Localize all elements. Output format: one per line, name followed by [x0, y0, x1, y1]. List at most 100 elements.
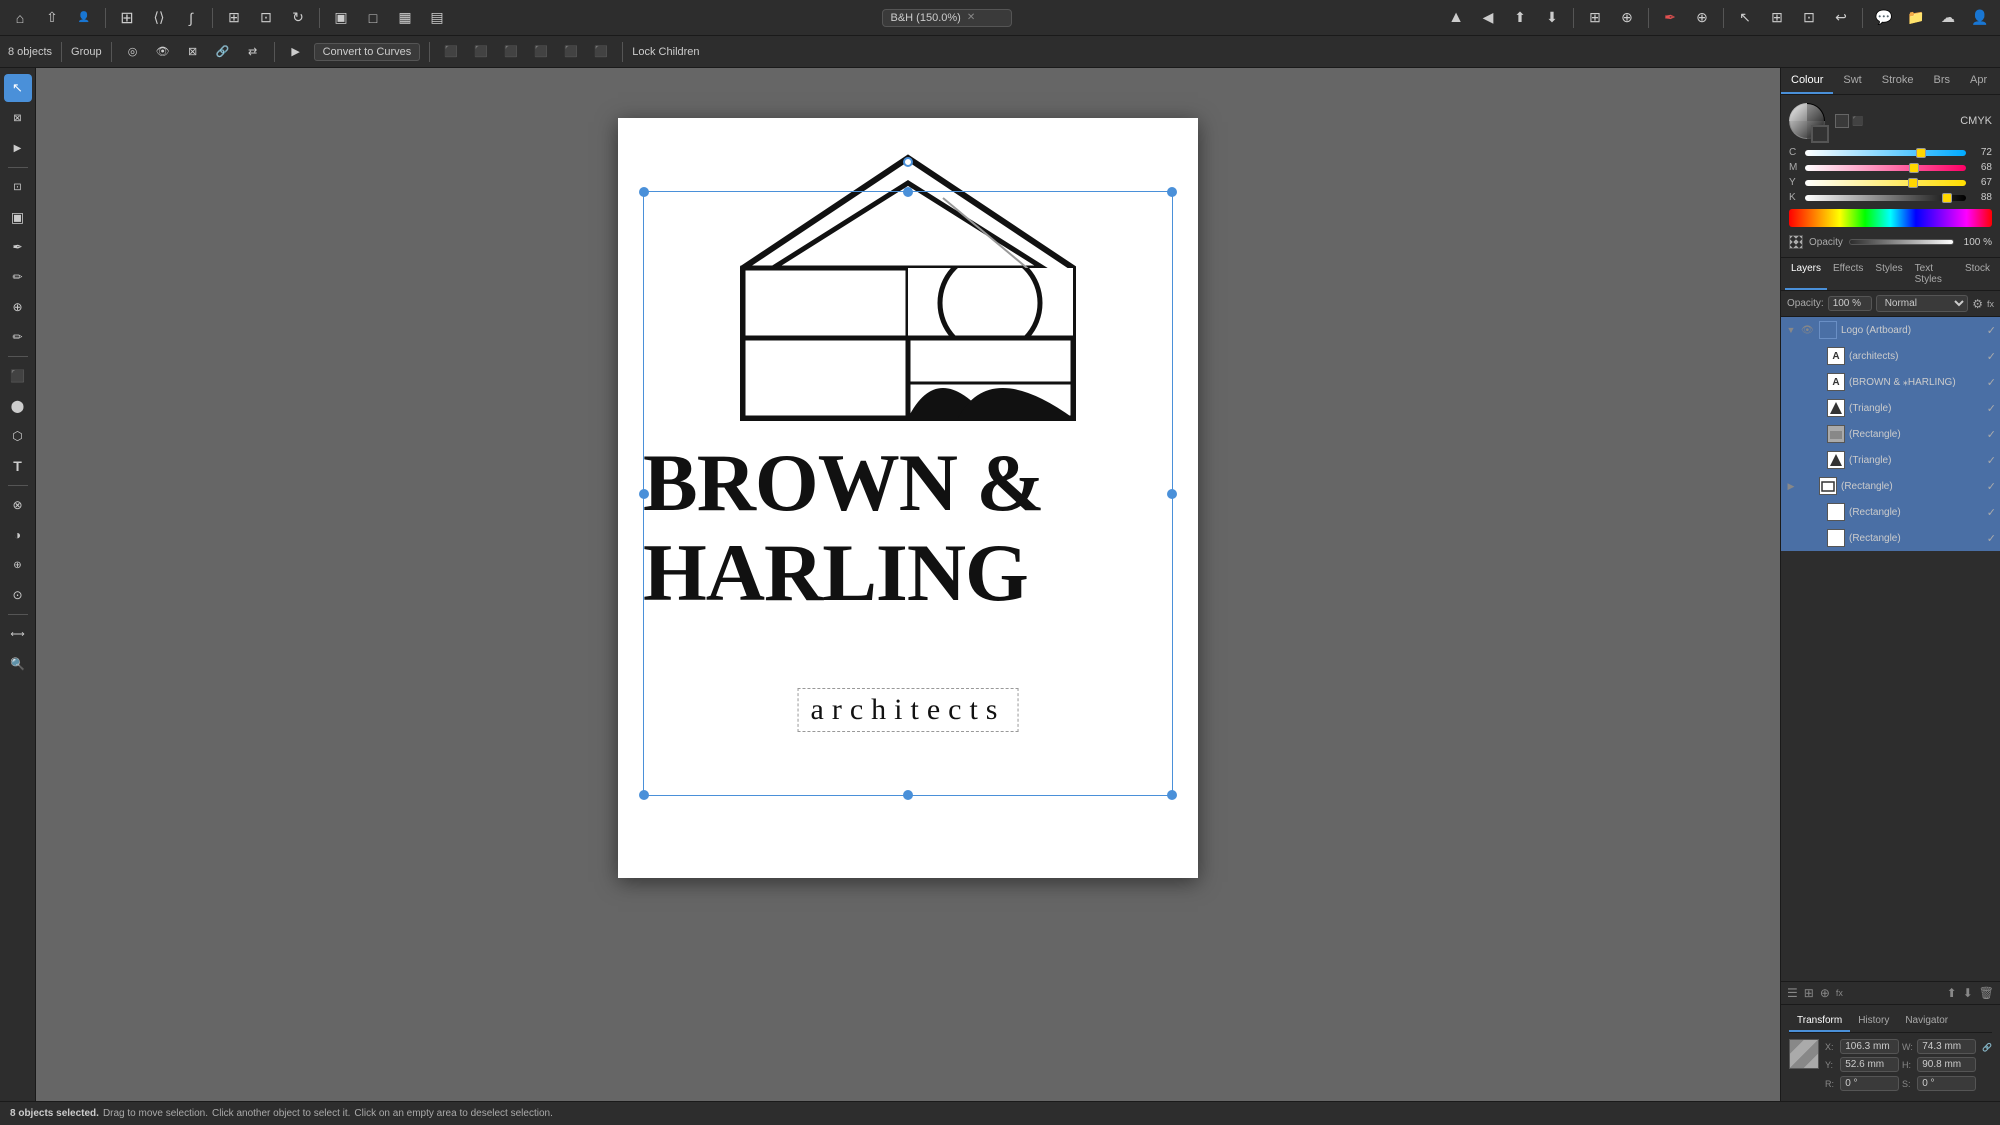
x-input[interactable] [1840, 1039, 1899, 1054]
transform-icon[interactable]: ⊡ [252, 4, 280, 32]
layer-check-artboard[interactable]: ✓ [1987, 324, 1996, 337]
layer-check-arch[interactable]: ✓ [1987, 350, 1996, 363]
h-input[interactable] [1917, 1057, 1976, 1072]
grid-icon[interactable]: ⊞ [113, 4, 141, 32]
expand-icon-rect2[interactable]: ▶ [1785, 481, 1797, 492]
rotate-icon[interactable]: ↻ [284, 4, 312, 32]
layers-tab-layers[interactable]: Layers [1785, 258, 1827, 290]
bounds-icon[interactable]: ⊠ [181, 40, 205, 64]
tab-brs[interactable]: Brs [1924, 68, 1961, 94]
text-tool[interactable]: T [4, 452, 32, 480]
y-input[interactable] [1840, 1057, 1899, 1072]
align-center-icon[interactable]: ⬛ [469, 40, 493, 64]
document-title-box[interactable]: B&H (150.0%) ✕ [882, 9, 1012, 27]
layer-item-brown[interactable]: A (BROWN & ⁎HARLING) ✓ [1781, 369, 2000, 395]
transform-lock-icon[interactable]: 🔗 [1982, 1043, 1992, 1052]
layer-check-tri2[interactable]: ✓ [1987, 454, 1996, 467]
layers-tab-styles[interactable]: Styles [1869, 258, 1908, 290]
opacity-slider[interactable] [1849, 239, 1954, 245]
m-slider-track[interactable] [1805, 165, 1966, 171]
layers-fx-icon[interactable]: fx [1987, 299, 1994, 309]
close-tab-button[interactable]: ✕ [967, 12, 975, 23]
paste-icon[interactable]: ⊡ [1795, 4, 1823, 32]
layer-item-triangle1[interactable]: (Triangle) ✓ [1781, 395, 2000, 421]
crop-tool[interactable]: ⊡ [4, 173, 32, 201]
layer-item-rect3[interactable]: (Rectangle) ✓ [1781, 499, 2000, 525]
calligraphy-tool[interactable]: ✏ [4, 263, 32, 291]
copy-icon[interactable]: ⊞ [1763, 4, 1791, 32]
fill-tool[interactable]: ▣ [4, 203, 32, 231]
layers-tab-effects[interactable]: Effects [1827, 258, 1869, 290]
layers-trash-icon[interactable]: 🗑 [1979, 986, 1994, 1000]
cloud-icon[interactable]: ☁ [1934, 4, 1962, 32]
align-bottom-icon[interactable]: ⬛ [589, 40, 613, 64]
eye-icon-artboard[interactable]: 👁 [1801, 325, 1815, 336]
eye-icon[interactable]: 👁 [151, 40, 175, 64]
handle-bc[interactable] [903, 790, 913, 800]
gradient-tool[interactable]: ⊗ [4, 491, 32, 519]
align-top-icon[interactable]: ⬛ [529, 40, 553, 64]
play-icon[interactable]: ▶ [284, 40, 308, 64]
arrange-icon[interactable]: ▤ [423, 4, 451, 32]
vector-icon[interactable]: ⟨⟩ [145, 4, 173, 32]
handle-br[interactable] [1167, 790, 1177, 800]
layers-opacity-input[interactable] [1828, 296, 1872, 311]
layer-item-artboard[interactable]: ▼ 👁 Logo (Artboard) ✓ [1781, 317, 2000, 343]
zoom-icon[interactable]: ⊕ [1613, 4, 1641, 32]
persona-icon[interactable]: 👤 [70, 4, 98, 32]
tab-navigator[interactable]: Navigator [1897, 1011, 1956, 1032]
expand-icon-artboard[interactable]: ▼ [1785, 325, 1797, 335]
w-input[interactable] [1917, 1039, 1976, 1054]
tab-apr[interactable]: Apr [1960, 68, 1997, 94]
layer-item-rect4[interactable]: (Rectangle) ✓ [1781, 525, 2000, 551]
layer-item-rect1[interactable]: (Rectangle) ✓ [1781, 421, 2000, 447]
select2-icon[interactable]: ↖ [1731, 4, 1759, 32]
tab-stroke[interactable]: Stroke [1872, 68, 1924, 94]
layer-check-rect1[interactable]: ✓ [1987, 428, 1996, 441]
brush-tool[interactable]: ⊕ [4, 293, 32, 321]
layer-icon[interactable]: ▦ [391, 4, 419, 32]
node-tool[interactable]: ⊠ [4, 104, 32, 132]
pen-tool[interactable]: ✒ [4, 233, 32, 261]
fill-swatch[interactable] [1835, 114, 1849, 128]
tab-transform[interactable]: Transform [1789, 1011, 1850, 1032]
chat-icon[interactable]: 💬 [1870, 4, 1898, 32]
s-input[interactable] [1917, 1076, 1976, 1091]
blur-tool[interactable]: ⊙ [4, 581, 32, 609]
tab-history[interactable]: History [1850, 1011, 1897, 1032]
handle-bl[interactable] [639, 790, 649, 800]
colour-gradient-strip[interactable] [1789, 209, 1992, 227]
share-icon[interactable]: ⇧ [38, 4, 66, 32]
layers-gear-icon[interactable]: ⚙ [1972, 297, 1983, 311]
app-home-icon[interactable]: ⌂ [6, 4, 34, 32]
k-slider-thumb[interactable] [1942, 193, 1952, 203]
curve-icon[interactable]: ∫ [177, 4, 205, 32]
canvas-area[interactable]: BROWN & HARLING architects [36, 68, 1780, 1101]
c-slider-thumb[interactable] [1916, 148, 1926, 158]
shape-tool[interactable]: ⬛ [4, 362, 32, 390]
layers-import-icon[interactable]: ⬇ [1963, 986, 1973, 1000]
tab-colour[interactable]: Colour [1781, 68, 1833, 94]
layers-blend-mode-select[interactable]: Normal Multiply Screen Overlay [1876, 295, 1969, 312]
artboard[interactable]: BROWN & HARLING architects [618, 118, 1198, 878]
measure-tool[interactable]: ⟷ [4, 620, 32, 648]
snap-icon[interactable]: ⊞ [220, 4, 248, 32]
layers-tab-textstyles[interactable]: Text Styles [1909, 258, 1959, 290]
tab-swt[interactable]: Swt [1833, 68, 1871, 94]
y-slider-thumb[interactable] [1908, 178, 1918, 188]
responsive-tool[interactable]: ▶ [4, 134, 32, 162]
layer-check-brown[interactable]: ✓ [1987, 376, 1996, 389]
layers-tab-stock[interactable]: Stock [1959, 258, 1996, 290]
c-slider-track[interactable] [1805, 150, 1966, 156]
r-input[interactable] [1840, 1076, 1899, 1091]
handle-tl[interactable] [639, 187, 649, 197]
polygon-tool[interactable]: ⬡ [4, 422, 32, 450]
dropper-icon[interactable]: ⊕ [1688, 4, 1716, 32]
align-left-icon[interactable]: ⬛ [439, 40, 463, 64]
flip-icon[interactable]: ⇄ [241, 40, 265, 64]
layer-check-tri1[interactable]: ✓ [1987, 402, 1996, 415]
layer-check-rect3[interactable]: ✓ [1987, 506, 1996, 519]
link-icon[interactable]: 🔗 [211, 40, 235, 64]
pen-tool-icon[interactable]: ✒ [1656, 4, 1684, 32]
align-right-icon[interactable]: ⬛ [499, 40, 523, 64]
